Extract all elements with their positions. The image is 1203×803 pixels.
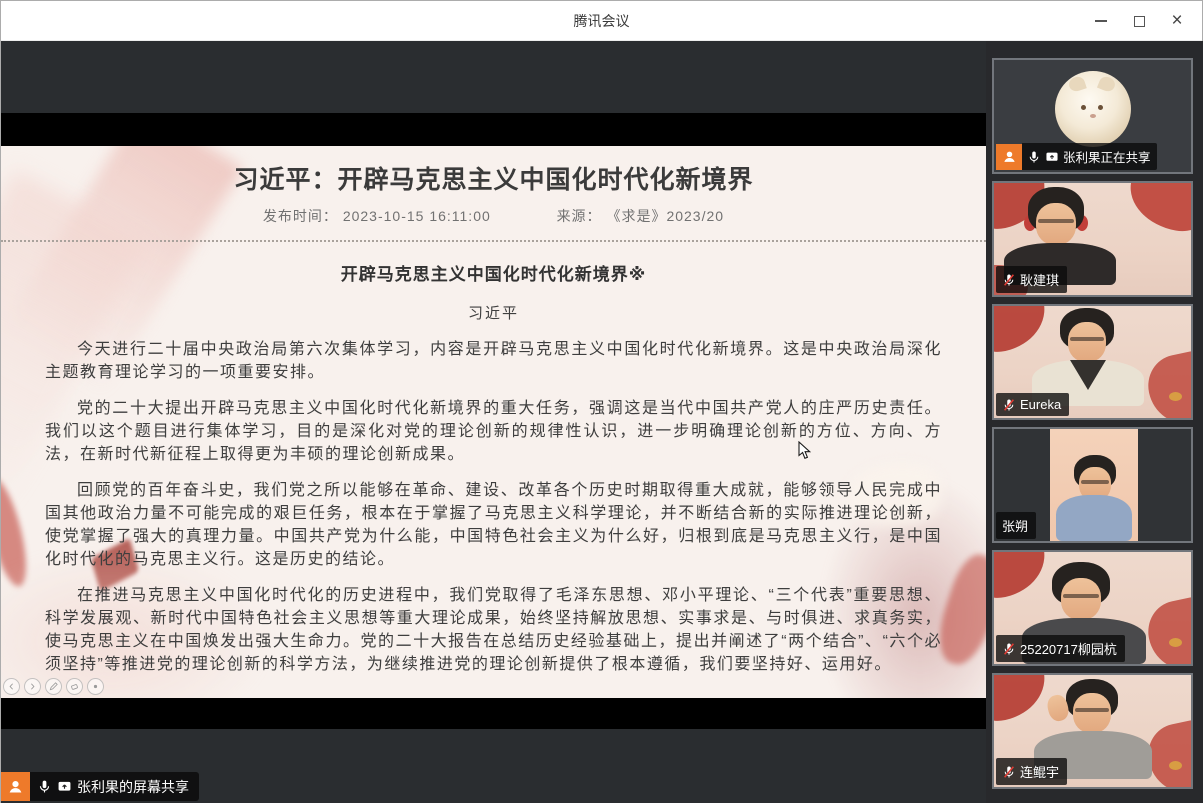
participant-tile-zhangliguo[interactable]: 张利果正在共享 (992, 58, 1193, 174)
participant-name: 连鲲宇 (1020, 762, 1059, 781)
cat-avatar (1055, 71, 1131, 147)
publish-time-label: 发布时间： (263, 208, 338, 224)
paragraph: 今天进行二十届中央政治局第六次集体学习，内容是开辟马克思主义中国化时代化新境界。… (45, 338, 942, 384)
chevron-left-icon (6, 681, 17, 692)
presenter-badge (996, 144, 1022, 170)
laser-dot-icon (90, 681, 101, 692)
paragraph: 在推进马克思主义中国化时代化的历史进程中，我们党取得了毛泽东思想、邓小平理论、“… (45, 584, 942, 676)
source-value: 《求是》2023/20 (606, 208, 724, 224)
participant-nametag: 连鲲宇 (996, 758, 1067, 785)
mic-muted-icon (1002, 273, 1016, 287)
mic-muted-icon (1002, 398, 1016, 412)
participant-tile-gengjianqi[interactable]: 耿建琪 (992, 181, 1193, 297)
maximize-button[interactable] (1120, 1, 1158, 41)
participant-name: Eureka (1020, 397, 1061, 412)
participant-name: 耿建琪 (1020, 270, 1059, 289)
participant-nametag: 25220717柳园杭 (996, 635, 1125, 662)
article-body: 今天进行二十届中央政治局第六次集体学习，内容是开辟马克思主义中国化时代化新境界。… (45, 338, 942, 676)
participant-name: 张利果正在共享 (1063, 147, 1151, 166)
participant-nametag: 张利果正在共享 (996, 143, 1157, 170)
article-meta: 发布时间： 2023-10-15 16:11:00 来源： 《求是》2023/2… (45, 206, 942, 226)
source-label: 来源： (557, 208, 602, 224)
participant-tile-liuyuanhang[interactable]: 25220717柳园杭 (992, 550, 1193, 666)
participant-name: 张朔 (1002, 516, 1028, 535)
window-controls: × (1082, 1, 1196, 41)
publish-time-value: 2023-10-15 16:11:00 (343, 208, 491, 224)
titlebar: 腾讯会议 × (1, 1, 1202, 41)
article-author: 习近平 (45, 304, 942, 324)
person-icon (7, 778, 24, 795)
dotted-divider (1, 240, 986, 242)
meeting-window: 腾讯会议 × 习近平：开辟马克思主义中国化时代化新境界 发布时间： (0, 0, 1203, 803)
article-subtitle: 开辟马克思主义中国化时代化新境界※ (45, 263, 942, 287)
screen-share-icon (1045, 150, 1059, 164)
participants-sidebar: 张利果正在共享 耿建琪 (986, 41, 1203, 803)
pen-icon (48, 681, 59, 692)
participant-tile-zhangshuo[interactable]: 张朔 (992, 427, 1193, 543)
share-badge-text: 张利果的屏幕共享 (77, 777, 189, 797)
app-title: 腾讯会议 (1, 1, 1202, 41)
paragraph: 回顾党的百年奋斗史，我们党之所以能够在革命、建设、改革各个历史时期取得重大成就，… (45, 479, 942, 571)
mic-muted-icon (1002, 642, 1016, 656)
mic-icon (1027, 150, 1041, 164)
eraser-button[interactable] (66, 678, 83, 695)
close-button[interactable]: × (1158, 1, 1196, 41)
chevron-right-icon (27, 681, 38, 692)
red-flag-decoration-left (1, 474, 34, 590)
participant-nametag: Eureka (996, 393, 1069, 416)
maximize-icon (1134, 16, 1145, 27)
prev-page-button[interactable] (3, 678, 20, 695)
mic-icon (37, 779, 52, 794)
participant-nametag: 耿建琪 (996, 266, 1067, 293)
mic-muted-icon (1002, 765, 1016, 779)
pen-button[interactable] (45, 678, 62, 695)
participant-name: 25220717柳园杭 (1020, 639, 1117, 658)
screen-share-badge: 张利果的屏幕共享 (1, 772, 199, 801)
next-page-button[interactable] (24, 678, 41, 695)
mouse-cursor-icon (798, 441, 811, 465)
article-title: 习近平：开辟马克思主义中国化时代化新境界 (45, 164, 942, 196)
minimize-icon (1095, 20, 1107, 22)
eraser-icon (69, 681, 80, 692)
shared-document: 习近平：开辟马克思主义中国化时代化新境界 发布时间： 2023-10-15 16… (1, 146, 986, 698)
presenter-badge (1, 772, 30, 801)
shared-screen-stage: 习近平：开辟马克思主义中国化时代化新境界 发布时间： 2023-10-15 16… (1, 41, 986, 803)
annotation-toolbar (3, 678, 104, 695)
participant-tile-liankunyu[interactable]: 连鲲宇 (992, 673, 1193, 789)
laser-pointer-button[interactable] (87, 678, 104, 695)
minimize-button[interactable] (1082, 1, 1120, 41)
participant-nametag: 张朔 (996, 512, 1036, 539)
person-icon (1002, 149, 1017, 164)
screen-share-icon (57, 779, 72, 794)
share-badge-label: 张利果的屏幕共享 (30, 772, 199, 801)
participant-tile-eureka[interactable]: Eureka (992, 304, 1193, 420)
